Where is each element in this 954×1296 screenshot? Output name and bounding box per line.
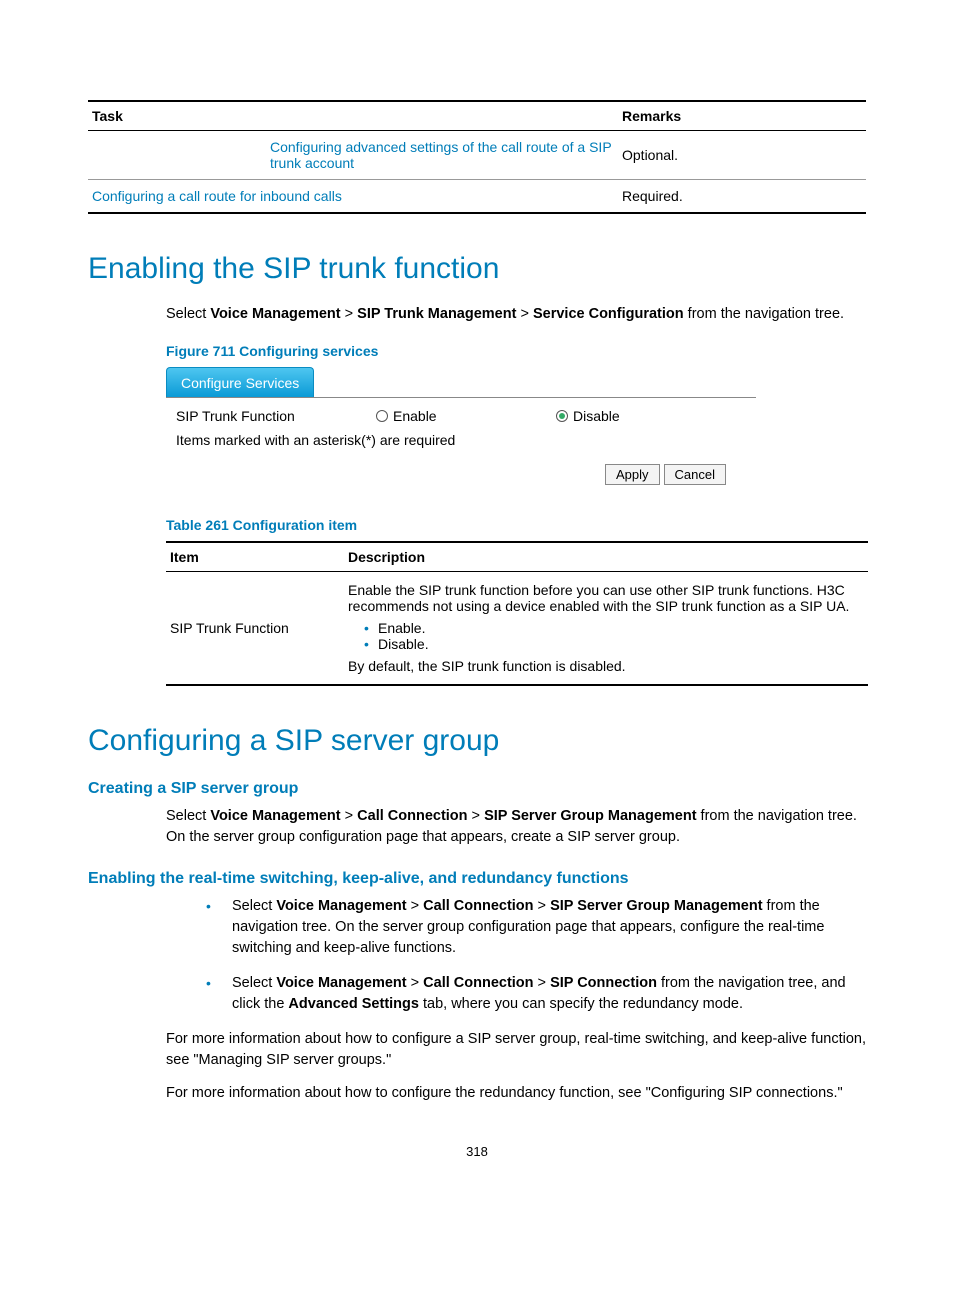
label-sip-trunk-function: SIP Trunk Function: [176, 408, 376, 424]
cell-description: Enable the SIP trunk function before you…: [344, 572, 868, 686]
heading-enabling-sip-trunk: Enabling the SIP trunk function: [88, 252, 866, 286]
heading-configuring-sip-server-group: Configuring a SIP server group: [88, 724, 866, 758]
rt-steps-list: Select Voice Management > Call Connectio…: [206, 896, 866, 1015]
figure-box: Configure Services SIP Trunk Function En…: [166, 367, 756, 485]
list-item-2: Select Voice Management > Call Connectio…: [206, 973, 866, 1015]
config-item-table: Item Description SIP Trunk Function Enab…: [166, 541, 868, 686]
bullet-disable: Disable.: [366, 636, 864, 652]
create-group-text: Select Voice Management > Call Connectio…: [166, 806, 866, 848]
radio-enable[interactable]: [376, 410, 388, 422]
radio-disable-label: Disable: [573, 408, 620, 424]
tab-configure-services[interactable]: Configure Services: [166, 367, 314, 397]
th-remarks: Remarks: [618, 101, 866, 131]
cell-task-link-1[interactable]: Configuring a call route for inbound cal…: [88, 180, 618, 214]
radio-disable[interactable]: [556, 410, 568, 422]
nav-path-1: Select Voice Management > SIP Trunk Mana…: [166, 304, 866, 325]
bullet-enable: Enable.: [366, 620, 864, 636]
cell-task-left-0: [88, 131, 266, 180]
subheading-enabling-rt: Enabling the real-time switching, keep-a…: [88, 870, 866, 888]
cell-task-link-0[interactable]: Configuring advanced settings of the cal…: [266, 131, 618, 180]
para-more-info-2: For more information about how to config…: [166, 1083, 866, 1104]
table-caption: Table 261 Configuration item: [166, 517, 866, 533]
figure-caption: Figure 711 Configuring services: [166, 343, 866, 359]
apply-button[interactable]: Apply: [605, 464, 660, 485]
cell-remarks-1: Required.: [618, 180, 866, 214]
para-more-info-1: For more information about how to config…: [166, 1029, 866, 1071]
cell-item: SIP Trunk Function: [166, 572, 344, 686]
th-task: Task: [88, 101, 618, 131]
cell-remarks-0: Optional.: [618, 131, 866, 180]
th-item: Item: [166, 542, 344, 572]
task-table: Task Remarks Configuring advanced settin…: [88, 100, 866, 214]
list-item-1: Select Voice Management > Call Connectio…: [206, 896, 866, 959]
page-number: 318: [88, 1144, 866, 1159]
th-description: Description: [344, 542, 868, 572]
subheading-creating-group: Creating a SIP server group: [88, 780, 866, 798]
required-note: Items marked with an asterisk(*) are req…: [176, 432, 455, 448]
radio-enable-label: Enable: [393, 408, 437, 424]
cancel-button[interactable]: Cancel: [664, 464, 726, 485]
